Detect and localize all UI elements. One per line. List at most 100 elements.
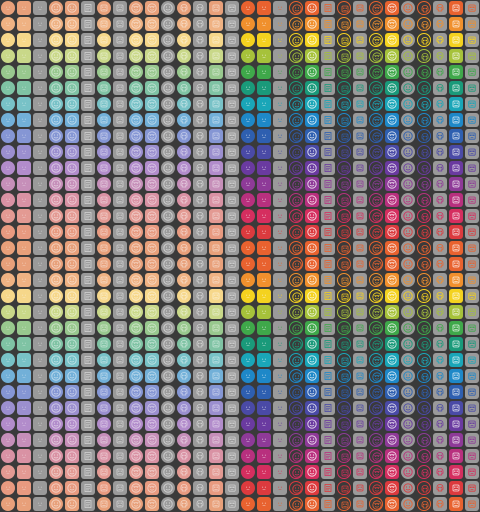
blank-face-tile <box>17 113 31 127</box>
robot-face-tile <box>209 401 223 415</box>
smiley-face-tile <box>49 321 63 335</box>
robot-face-tile <box>353 33 367 47</box>
smiley-face-tile <box>65 161 79 175</box>
sunglasses-face-tile <box>225 321 239 335</box>
skull-tile <box>193 161 207 175</box>
heart-eyes-face-tile <box>145 385 159 399</box>
blank-face-tile <box>17 177 31 191</box>
robot-face-tile <box>449 465 463 479</box>
heart-eyes-face-tile <box>145 97 159 111</box>
robot-face-tile <box>449 225 463 239</box>
smiley-face-tile <box>65 49 79 63</box>
smiley-face-tile <box>401 433 415 447</box>
skull-tile <box>433 369 447 383</box>
robot-face-tile <box>353 385 367 399</box>
robot-face-tile <box>97 401 111 415</box>
smiley-face-tile <box>49 1 63 15</box>
heart-eyes-face-tile <box>145 417 159 431</box>
smiley-face-tile <box>65 225 79 239</box>
robot-face-tile <box>449 209 463 223</box>
smiley-face-tile <box>401 273 415 287</box>
quadrant-top-left <box>0 0 240 256</box>
sunglasses-face-tile <box>465 369 479 383</box>
document-face-tile <box>81 305 95 319</box>
robot-face-tile <box>449 353 463 367</box>
skull-tile <box>417 305 431 319</box>
blank-face-tile <box>241 17 255 31</box>
smiley-face-tile <box>161 193 175 207</box>
heart-eyes-face-tile <box>369 65 383 79</box>
smiley-face-tile <box>289 65 303 79</box>
skull-tile <box>193 321 207 335</box>
document-face-tile <box>81 113 95 127</box>
smiley-face-tile <box>65 401 79 415</box>
heart-eyes-face-tile <box>369 241 383 255</box>
heart-eyes-face-tile <box>385 97 399 111</box>
robot-face-tile <box>353 97 367 111</box>
heart-eyes-face-tile <box>145 497 159 511</box>
heart-eyes-face-tile <box>129 481 143 495</box>
smiley-face-tile <box>401 1 415 15</box>
blank-face-tile <box>273 65 287 79</box>
skull-tile <box>433 33 447 47</box>
blank-face-tile <box>241 337 255 351</box>
robot-face-tile <box>209 97 223 111</box>
robot-face-tile <box>337 145 351 159</box>
blank-face-tile <box>257 257 271 271</box>
blank-face-tile <box>241 385 255 399</box>
robot-face-tile <box>353 209 367 223</box>
smiley-face-tile <box>289 113 303 127</box>
smiley-face-tile <box>65 321 79 335</box>
blank-face-tile <box>241 225 255 239</box>
blank-face-tile <box>273 257 287 271</box>
smiley-face-tile <box>305 433 319 447</box>
blank-face-tile <box>257 145 271 159</box>
robot-face-tile <box>209 161 223 175</box>
robot-face-tile <box>353 129 367 143</box>
robot-face-tile <box>353 193 367 207</box>
skull-tile <box>433 449 447 463</box>
blank-face-tile <box>33 497 47 511</box>
blank-face-tile <box>241 177 255 191</box>
heart-eyes-face-tile <box>145 49 159 63</box>
blank-face-tile <box>241 81 255 95</box>
smiley-face-tile <box>49 257 63 271</box>
skull-tile <box>417 209 431 223</box>
skull-tile <box>177 113 191 127</box>
robot-face-tile <box>449 241 463 255</box>
heart-eyes-face-tile <box>369 209 383 223</box>
heart-eyes-face-tile <box>369 145 383 159</box>
smiley-face-tile <box>49 401 63 415</box>
smiley-face-tile <box>305 193 319 207</box>
smiley-face-tile <box>49 353 63 367</box>
smiley-face-tile <box>401 481 415 495</box>
skull-tile <box>417 273 431 287</box>
heart-eyes-face-tile <box>369 273 383 287</box>
sunglasses-face-tile <box>465 97 479 111</box>
robot-face-tile <box>449 145 463 159</box>
smiley-face-tile <box>49 161 63 175</box>
smiley-face-tile <box>305 145 319 159</box>
skull-tile <box>433 225 447 239</box>
smiley-face-tile <box>401 305 415 319</box>
skull-tile <box>177 401 191 415</box>
smiley-face-tile <box>161 449 175 463</box>
skull-tile <box>417 337 431 351</box>
skull-tile <box>433 257 447 271</box>
blank-face-tile <box>1 129 15 143</box>
smiley-face-tile <box>161 417 175 431</box>
robot-face-tile <box>337 369 351 383</box>
robot-face-tile <box>113 129 127 143</box>
blank-face-tile <box>273 241 287 255</box>
smiley-face-tile <box>305 273 319 287</box>
sunglasses-face-tile <box>225 65 239 79</box>
blank-face-tile <box>257 17 271 31</box>
blank-face-tile <box>17 17 31 31</box>
heart-eyes-face-tile <box>129 321 143 335</box>
blank-face-tile <box>273 321 287 335</box>
heart-eyes-face-tile <box>385 209 399 223</box>
smiley-face-tile <box>65 385 79 399</box>
smiley-face-tile <box>49 449 63 463</box>
heart-eyes-face-tile <box>369 129 383 143</box>
sunglasses-face-tile <box>465 305 479 319</box>
